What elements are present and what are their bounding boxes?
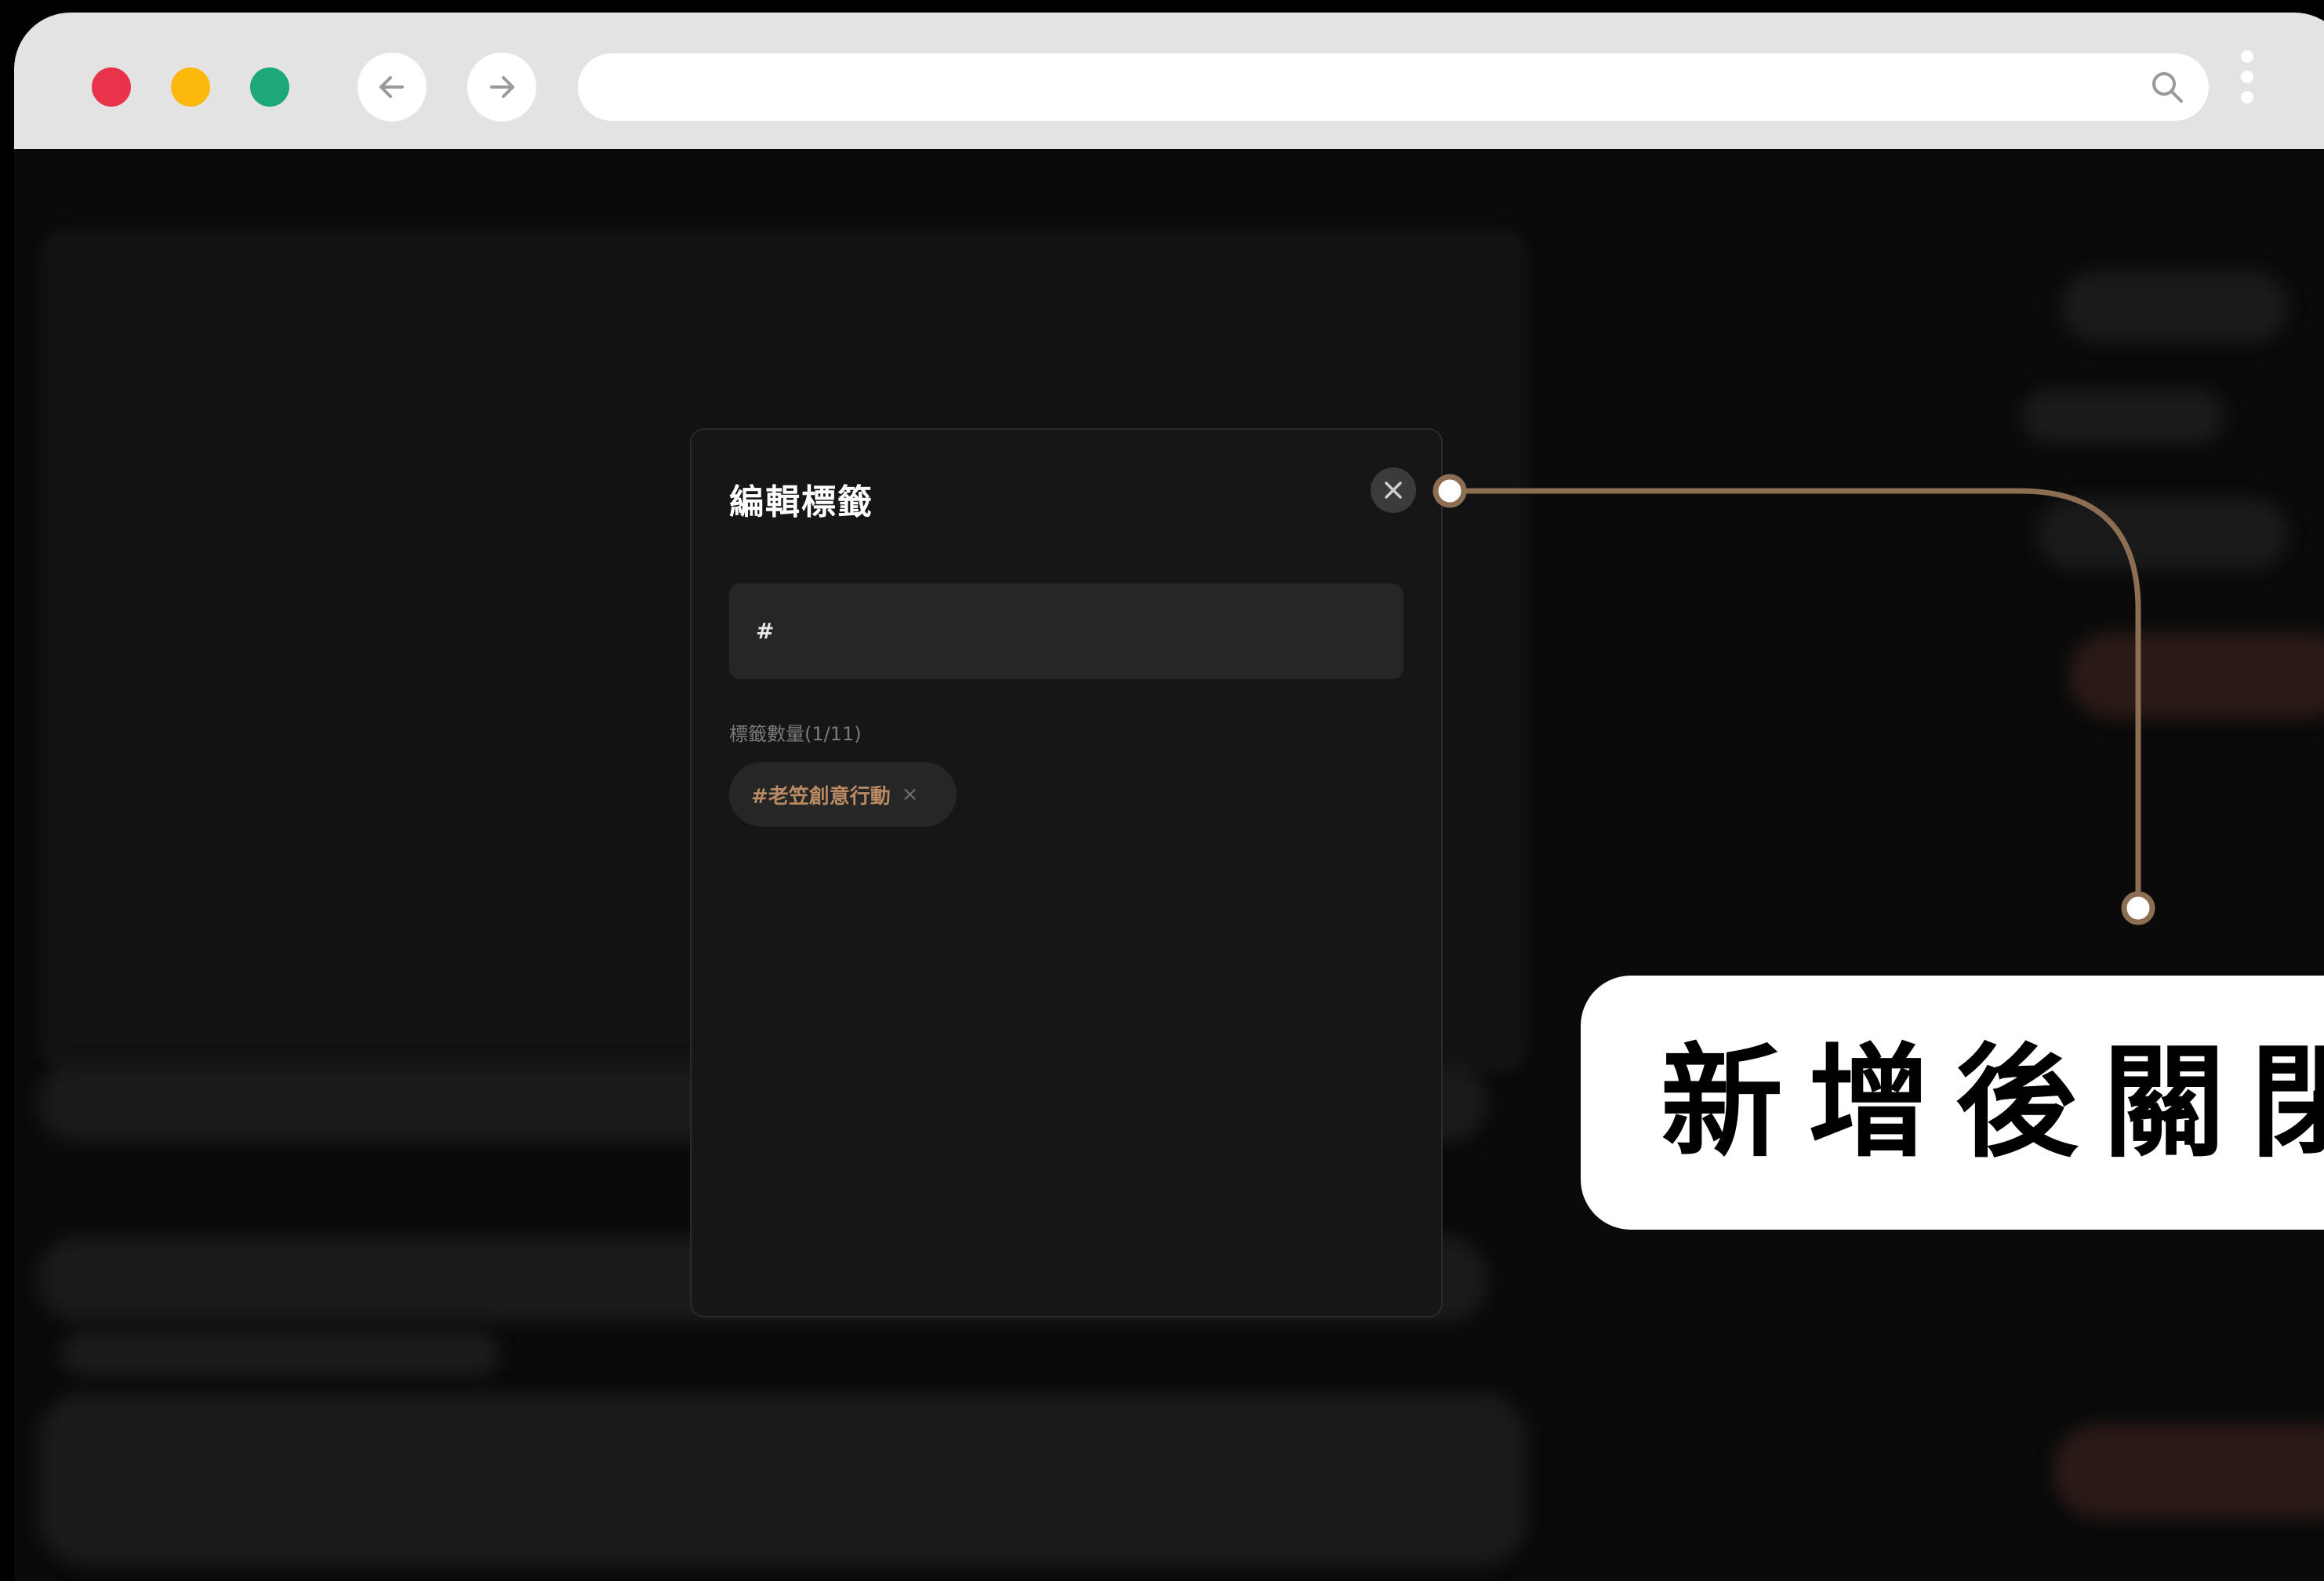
annotation-connector <box>1433 474 2155 925</box>
connector-end-dot <box>2121 891 2155 925</box>
connector-start-dot <box>1433 474 1467 508</box>
